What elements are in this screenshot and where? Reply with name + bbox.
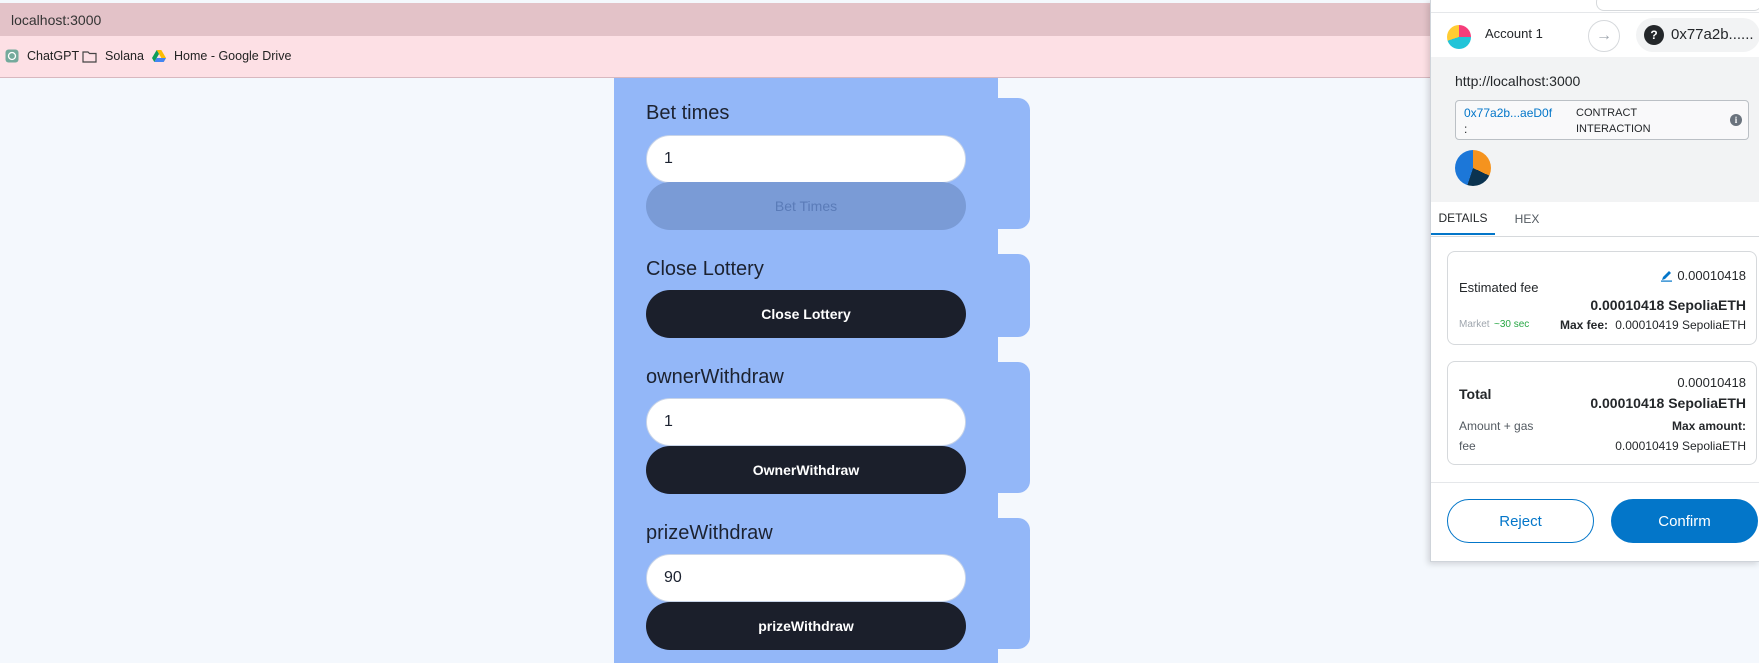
prize-withdraw-input[interactable]: 90 (646, 554, 966, 602)
estimated-fee-value-row: 0.00010418 (1660, 268, 1746, 283)
arrow-right-icon: → (1588, 20, 1620, 52)
bet-times-title: Bet times (646, 102, 730, 124)
account-name: Account 1 (1485, 26, 1543, 41)
close-lottery-button[interactable]: Close Lottery (646, 290, 966, 338)
bookmark-label: Home - Google Drive (174, 49, 292, 63)
section-tab (998, 362, 1030, 493)
contract-pie-icon (1455, 150, 1491, 186)
total-label: Total (1459, 386, 1492, 402)
question-icon: ? (1644, 25, 1664, 45)
origin-area: http://localhost:3000 0x77a2b...aeD0f : … (1431, 57, 1759, 202)
bet-times-button[interactable]: Bet Times (646, 182, 966, 230)
max-amount-value: 0.00010419 SepoliaETH (1615, 439, 1746, 453)
total-bold: 0.00010418 SepoliaETH (1590, 395, 1746, 411)
max-fee-label: Max fee: (1560, 318, 1609, 332)
edit-pencil-icon[interactable] (1660, 269, 1673, 282)
google-drive-icon (152, 49, 166, 62)
section-tab (998, 98, 1030, 229)
section-tab (998, 254, 1030, 337)
close-lottery-title: Close Lottery (646, 258, 764, 280)
estimated-fee-value: 0.00010418 (1677, 268, 1746, 283)
amount-gas-label: Amount + gas (1459, 419, 1534, 433)
account-row: Account 1 → ? 0x77a2b...... (1431, 13, 1759, 58)
bookmark-label: ChatGPT (27, 49, 80, 63)
footer-divider (1431, 482, 1759, 483)
max-amount-label: Max amount: (1671, 419, 1746, 433)
network-bar (1431, 0, 1759, 13)
estimated-fee-bold: 0.00010418 SepoliaETH (1590, 297, 1746, 313)
prize-withdraw-button[interactable]: prizeWithdraw (646, 602, 966, 650)
prize-withdraw-title: prizeWithdraw (646, 522, 773, 544)
owner-withdraw-title: ownerWithdraw (646, 366, 784, 388)
market-time: ~30 sec (1494, 319, 1530, 330)
details-tabs: DETAILS HEX (1431, 202, 1759, 237)
contract-interaction-label: CONTRACT INTERACTION (1576, 107, 1651, 135)
info-icon[interactable]: i (1730, 114, 1742, 126)
network-pill[interactable] (1596, 0, 1759, 11)
owner-withdraw-input[interactable]: 1 (646, 398, 966, 446)
origin-url: http://localhost:3000 (1455, 73, 1581, 89)
bookmark-chatgpt[interactable]: ChatGPT (5, 49, 79, 63)
owner-withdraw-button[interactable]: OwnerWithdraw (646, 446, 966, 494)
market-label: Market (1459, 319, 1490, 330)
max-fee-value: 0.00010419 SepoliaETH (1615, 318, 1746, 332)
total-card: 0.00010418 Total 0.00010418 SepoliaETH A… (1447, 361, 1757, 465)
bookmark-google-drive[interactable]: Home - Google Drive (152, 49, 291, 63)
contract-address-link[interactable]: 0x77a2b...aeD0f (1464, 106, 1552, 121)
total-value: 0.00010418 (1677, 375, 1746, 390)
confirm-button[interactable]: Confirm (1611, 499, 1758, 543)
chatgpt-icon (5, 49, 19, 63)
reject-button[interactable]: Reject (1447, 499, 1594, 543)
estimated-fee-label: Estimated fee (1459, 280, 1539, 295)
url-text[interactable]: localhost:3000 (11, 12, 101, 28)
tab-details[interactable]: DETAILS (1431, 202, 1495, 235)
contract-colon: : (1464, 122, 1468, 136)
wallet-popup: Account 1 → ? 0x77a2b...... http://local… (1430, 0, 1759, 562)
contract-interaction-box: 0x77a2b...aeD0f : CONTRACT INTERACTION i (1455, 100, 1749, 140)
bet-times-input[interactable]: 1 (646, 135, 966, 183)
account-avatar (1447, 25, 1471, 49)
estimated-fee-card: Estimated fee 0.00010418 0.00010418 Sepo… (1447, 251, 1757, 345)
fee-label: fee (1459, 439, 1476, 453)
bookmark-label: Solana (105, 49, 144, 63)
bookmark-solana[interactable]: Solana (82, 49, 144, 63)
folder-icon (82, 50, 97, 63)
section-tab (998, 518, 1030, 649)
tab-hex[interactable]: HEX (1505, 202, 1549, 235)
recipient-address: 0x77a2b...... (1671, 26, 1754, 43)
